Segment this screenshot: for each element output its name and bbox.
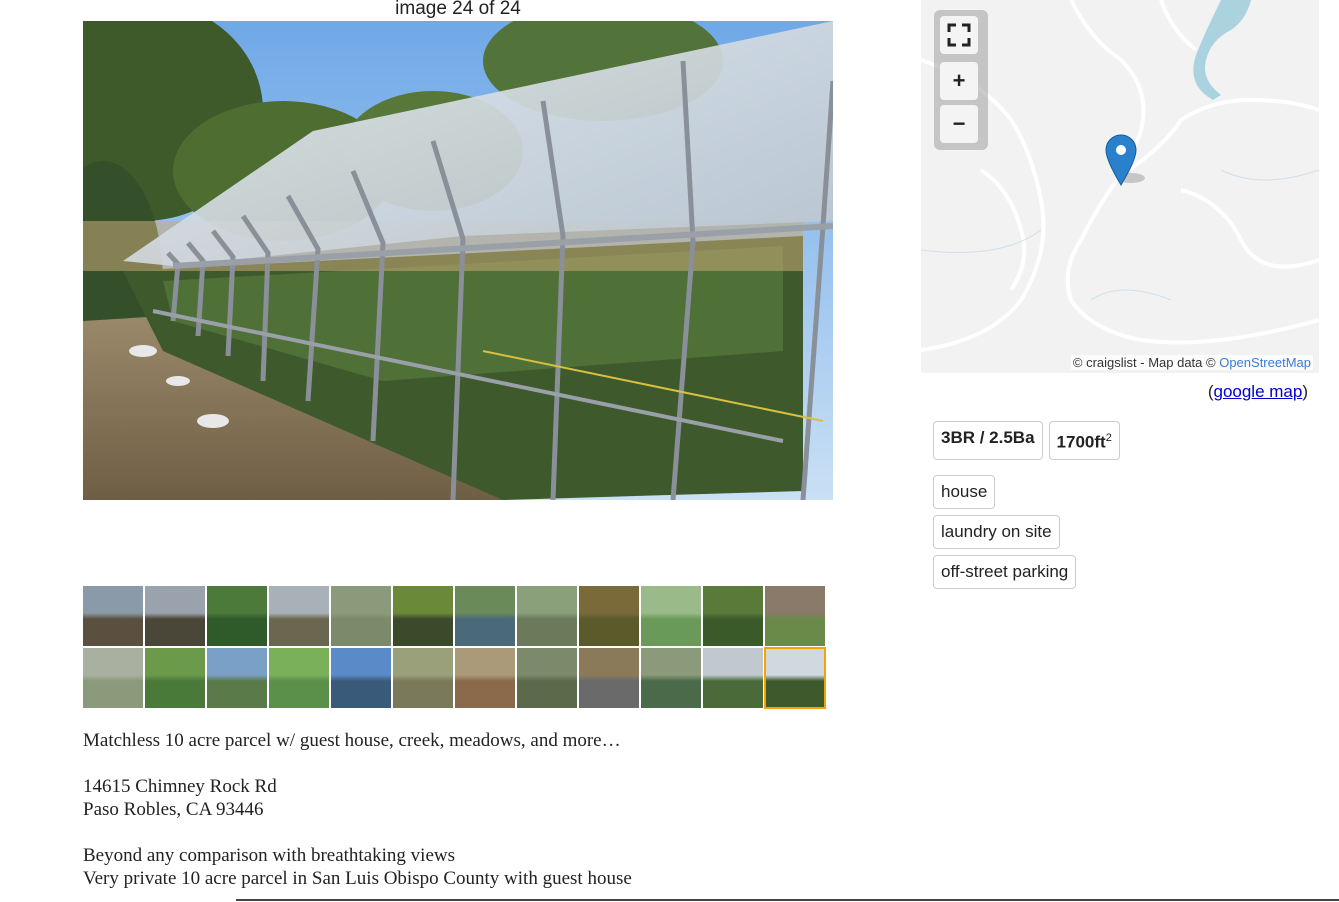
thumbnail-8[interactable] [517, 586, 577, 646]
zoom-out-button[interactable]: − [940, 105, 978, 143]
attribute-housing-type: house [933, 475, 996, 509]
fullscreen-button[interactable] [940, 16, 978, 54]
bedrooms-bathrooms-badge: 3BR / 2.5Ba [933, 421, 1043, 460]
fullscreen-icon [947, 23, 971, 47]
openstreetmap-link[interactable]: OpenStreetMap [1219, 355, 1311, 370]
body-line-private: Very private 10 acre parcel in San Luis … [83, 868, 632, 889]
body-headline: Matchless 10 acre parcel w/ guest house,… [83, 730, 621, 751]
thumbnail-22[interactable] [641, 648, 701, 708]
body-line-views: Beyond any comparison with breathtaking … [83, 845, 456, 866]
thumbnail-24[interactable] [764, 647, 826, 709]
thumbnail-4[interactable] [269, 586, 329, 646]
address-line-1: 14615 Chimney Rock Rd [83, 776, 277, 797]
thumbnail-7[interactable] [455, 586, 515, 646]
map-attribution: © craigslist - Map data © OpenStreetMap [1070, 355, 1313, 370]
thumbnail-10[interactable] [641, 586, 701, 646]
zoom-in-button[interactable]: + [940, 62, 978, 100]
google-map-wrapper: (google map) [1208, 382, 1308, 402]
thumbnail-11[interactable] [703, 586, 763, 646]
google-map-link[interactable]: google map [1213, 382, 1302, 401]
thumbnail-23[interactable] [703, 648, 763, 708]
thumbnail-strip [83, 586, 829, 709]
main-listing-image[interactable] [83, 21, 833, 500]
thumbnail-19[interactable] [455, 648, 515, 708]
thumbnail-14[interactable] [145, 648, 205, 708]
thumbnail-1[interactable] [83, 586, 143, 646]
sqft-superscript: 2 [1105, 432, 1112, 444]
thumbnail-17[interactable] [331, 648, 391, 708]
housing-attributes: 3BR / 2.5Ba 1700ft2 [933, 421, 1120, 460]
thumbnail-9[interactable] [579, 586, 639, 646]
thumbnail-20[interactable] [517, 648, 577, 708]
bottom-divider [236, 899, 1339, 901]
thumbnail-21[interactable] [579, 648, 639, 708]
thumbnail-3[interactable] [207, 586, 267, 646]
attribute-laundry: laundry on site [933, 515, 1060, 549]
map-controls: + − [934, 10, 988, 150]
paren-close: ) [1302, 382, 1308, 401]
attribution-text: © craigslist - Map data © [1072, 355, 1220, 370]
thumbnail-5[interactable] [331, 586, 391, 646]
image-counter: image 24 of 24 [395, 0, 521, 19]
square-footage-badge: 1700ft2 [1048, 421, 1120, 460]
sqft-value: 1700ft [1056, 432, 1106, 452]
thumbnail-18[interactable] [393, 648, 453, 708]
thumbnail-2[interactable] [145, 586, 205, 646]
listing-attributes: house laundry on site off-street parking [933, 475, 1077, 595]
br-ba-value: 3BR / 2.5Ba [941, 428, 1035, 447]
map[interactable]: + − © craigslist - Map data © OpenStreet… [921, 0, 1319, 373]
thumbnail-16[interactable] [269, 648, 329, 708]
thumbnail-12[interactable] [765, 586, 825, 646]
thumbnail-15[interactable] [207, 648, 267, 708]
thumbnail-13[interactable] [83, 648, 143, 708]
posting-body: Matchless 10 acre parcel w/ guest house,… [83, 729, 843, 890]
thumbnail-6[interactable] [393, 586, 453, 646]
address-line-2: Paso Robles, CA 93446 [83, 799, 264, 820]
attribute-parking: off-street parking [933, 555, 1077, 589]
